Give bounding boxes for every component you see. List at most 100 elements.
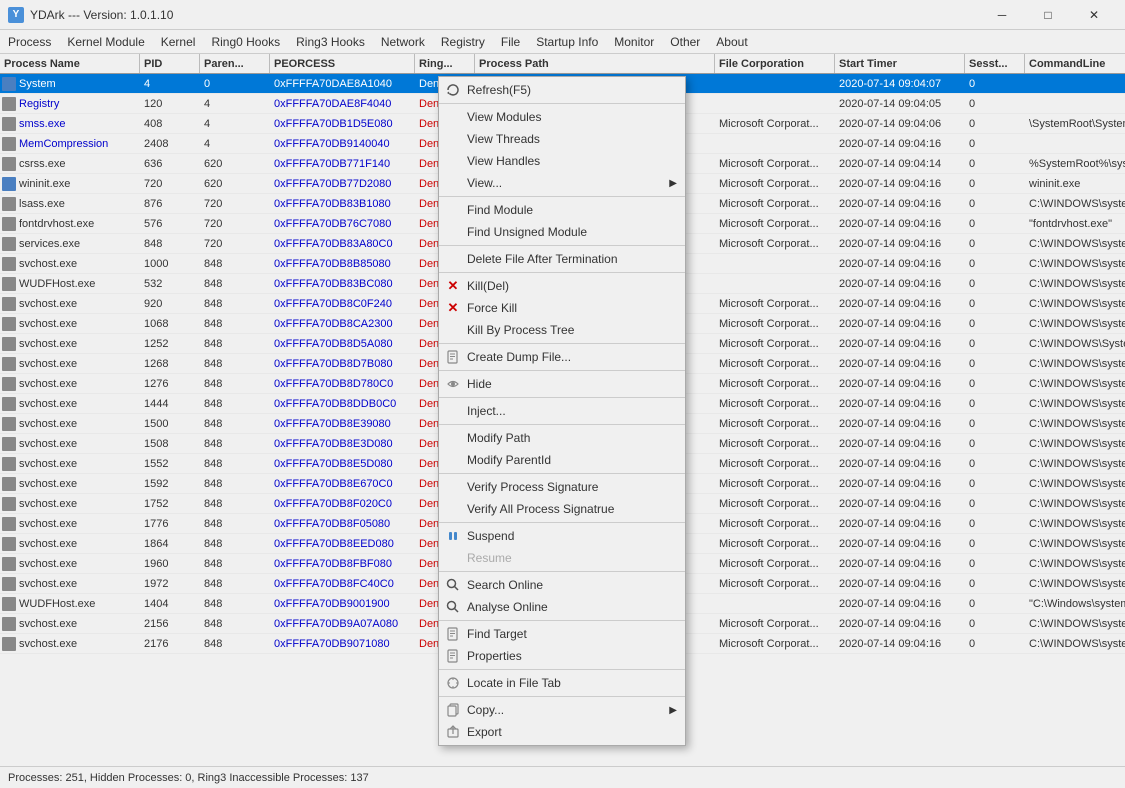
table-cell: 0 — [965, 214, 1025, 233]
table-cell: 2020-07-14 09:04:16 — [835, 514, 965, 533]
context-menu-item-inject-[interactable]: Inject... — [439, 400, 685, 422]
table-cell: C:\WINDOWS\system32\svc — [1025, 554, 1125, 573]
context-menu-item-find-unsigned-module[interactable]: Find Unsigned Module — [439, 221, 685, 243]
context-menu-item-modify-path[interactable]: Modify Path — [439, 427, 685, 449]
table-cell: 848 — [140, 234, 200, 253]
table-cell: 1252 — [140, 334, 200, 353]
context-menu-item-force-kill[interactable]: ✕Force Kill — [439, 297, 685, 319]
context-menu-item-kill-by-process-tree[interactable]: Kill By Process Tree — [439, 319, 685, 341]
menu-item-ring0-hooks[interactable]: Ring0 Hooks — [203, 30, 288, 53]
context-menu-item-copy-[interactable]: Copy...▶ — [439, 699, 685, 721]
table-cell: 1068 — [140, 314, 200, 333]
table-header-commandline[interactable]: CommandLine — [1025, 54, 1125, 73]
table-cell: 0xFFFFA70DB8C0F240 — [270, 294, 415, 313]
context-menu-item-create-dump-file-[interactable]: Create Dump File... — [439, 346, 685, 368]
menu-item-ring3-hooks[interactable]: Ring3 Hooks — [288, 30, 373, 53]
menu-item-kernel[interactable]: Kernel — [153, 30, 204, 53]
table-cell: 876 — [140, 194, 200, 213]
table-cell: 0 — [965, 114, 1025, 133]
table-cell: Microsoft Corporat... — [715, 374, 835, 393]
close-button[interactable]: ✕ — [1071, 0, 1117, 30]
menu-item-other[interactable]: Other — [662, 30, 708, 53]
context-menu-item-verify-process-signature[interactable]: Verify Process Signature — [439, 476, 685, 498]
table-cell: %SystemRoot%\system32\ — [1025, 154, 1125, 173]
menu-item-kernel-module[interactable]: Kernel Module — [59, 30, 152, 53]
table-cell: 0 — [965, 194, 1025, 213]
context-menu-separator — [439, 696, 685, 697]
table-cell: svchost.exe — [0, 514, 140, 533]
context-menu-item-view-handles[interactable]: View Handles — [439, 150, 685, 172]
context-menu-item-refresh-f5-[interactable]: Refresh(F5) — [439, 79, 685, 101]
table-cell: 848 — [200, 374, 270, 393]
table-cell: 848 — [200, 514, 270, 533]
context-menu-item-hide[interactable]: Hide — [439, 373, 685, 395]
table-cell: 0xFFFFA70DB77D2080 — [270, 174, 415, 193]
context-menu-item-find-target[interactable]: Find Target — [439, 623, 685, 645]
table-cell: 0 — [965, 574, 1025, 593]
table-header-process-path[interactable]: Process Path — [475, 54, 715, 73]
menu-item-network[interactable]: Network — [373, 30, 433, 53]
table-cell: 2020-07-14 09:04:16 — [835, 174, 965, 193]
table-header-paren-[interactable]: Paren... — [200, 54, 270, 73]
table-cell: 4 — [140, 74, 200, 93]
table-header-peorcess[interactable]: PEORCESS — [270, 54, 415, 73]
table-cell: 848 — [200, 254, 270, 273]
table-cell: 1500 — [140, 414, 200, 433]
table-cell: 1592 — [140, 474, 200, 493]
menu-item-process[interactable]: Process — [0, 30, 59, 53]
context-menu-label: Delete File After Termination — [467, 252, 618, 266]
maximize-button[interactable]: □ — [1025, 0, 1071, 30]
context-menu-item-search-online[interactable]: Search Online — [439, 574, 685, 596]
table-cell: 0 — [965, 354, 1025, 373]
table-cell: 120 — [140, 94, 200, 113]
table-header-process-name[interactable]: Process Name — [0, 54, 140, 73]
table-header-ring-[interactable]: Ring... — [415, 54, 475, 73]
context-menu-label: Refresh(F5) — [467, 83, 531, 97]
context-menu-item-export[interactable]: Export — [439, 721, 685, 743]
context-menu-item-verify-all-process-signatrue[interactable]: Verify All Process Signatrue — [439, 498, 685, 520]
table-cell: C:\WINDOWS\system32\svc — [1025, 314, 1125, 333]
context-menu-item-locate-in-file-tab[interactable]: Locate in File Tab — [439, 672, 685, 694]
table-header: Process NamePIDParen...PEORCESSRing...Pr… — [0, 54, 1125, 74]
context-menu-item-kill-del-[interactable]: ✕Kill(Del) — [439, 275, 685, 297]
table-cell: 848 — [200, 594, 270, 613]
menu-item-registry[interactable]: Registry — [433, 30, 493, 53]
menu-bar: ProcessKernel ModuleKernelRing0 HooksRin… — [0, 30, 1125, 54]
table-cell: 0 — [965, 474, 1025, 493]
context-menu-item-modify-parentid[interactable]: Modify ParentId — [439, 449, 685, 471]
menu-item-startup-info[interactable]: Startup Info — [528, 30, 606, 53]
context-menu-item-view-modules[interactable]: View Modules — [439, 106, 685, 128]
context-menu-label: Resume — [467, 551, 512, 565]
menu-item-monitor[interactable]: Monitor — [606, 30, 662, 53]
table-cell: 1268 — [140, 354, 200, 373]
process-icon — [2, 417, 16, 431]
table-cell: WUDFHost.exe — [0, 274, 140, 293]
table-header-sesst-[interactable]: Sesst... — [965, 54, 1025, 73]
menu-item-about[interactable]: About — [708, 30, 755, 53]
menu-item-file[interactable]: File — [493, 30, 528, 53]
context-menu-item-delete-file-after-termination[interactable]: Delete File After Termination — [439, 248, 685, 270]
context-menu-item-analyse-online[interactable]: Analyse Online — [439, 596, 685, 618]
context-menu-item-find-module[interactable]: Find Module — [439, 199, 685, 221]
table-cell: 4 — [200, 114, 270, 133]
table-cell: 2020-07-14 09:04:16 — [835, 254, 965, 273]
table-cell: 848 — [200, 314, 270, 333]
table-header-start-timer[interactable]: Start Timer — [835, 54, 965, 73]
table-cell: C:\WINDOWS\system32\svc — [1025, 614, 1125, 633]
context-menu-item-properties[interactable]: Properties — [439, 645, 685, 667]
process-icon — [2, 337, 16, 351]
context-menu-item-suspend[interactable]: Suspend — [439, 525, 685, 547]
title-bar: Y YDArk --- Version: 1.0.1.10 ─ □ ✕ — [0, 0, 1125, 30]
minimize-button[interactable]: ─ — [979, 0, 1025, 30]
context-menu-separator — [439, 397, 685, 398]
context-menu-label: Verify All Process Signatrue — [467, 502, 614, 516]
table-cell: 4 — [200, 94, 270, 113]
table-cell: wininit.exe — [1025, 174, 1125, 193]
context-menu-item-view-[interactable]: View...▶ — [439, 172, 685, 194]
table-header-file-corporation[interactable]: File Corporation — [715, 54, 835, 73]
context-menu-label: Verify Process Signature — [467, 480, 598, 494]
table-header-pid[interactable]: PID — [140, 54, 200, 73]
table-cell: 0 — [965, 254, 1025, 273]
search-icon — [443, 575, 463, 595]
context-menu-item-view-threads[interactable]: View Threads — [439, 128, 685, 150]
